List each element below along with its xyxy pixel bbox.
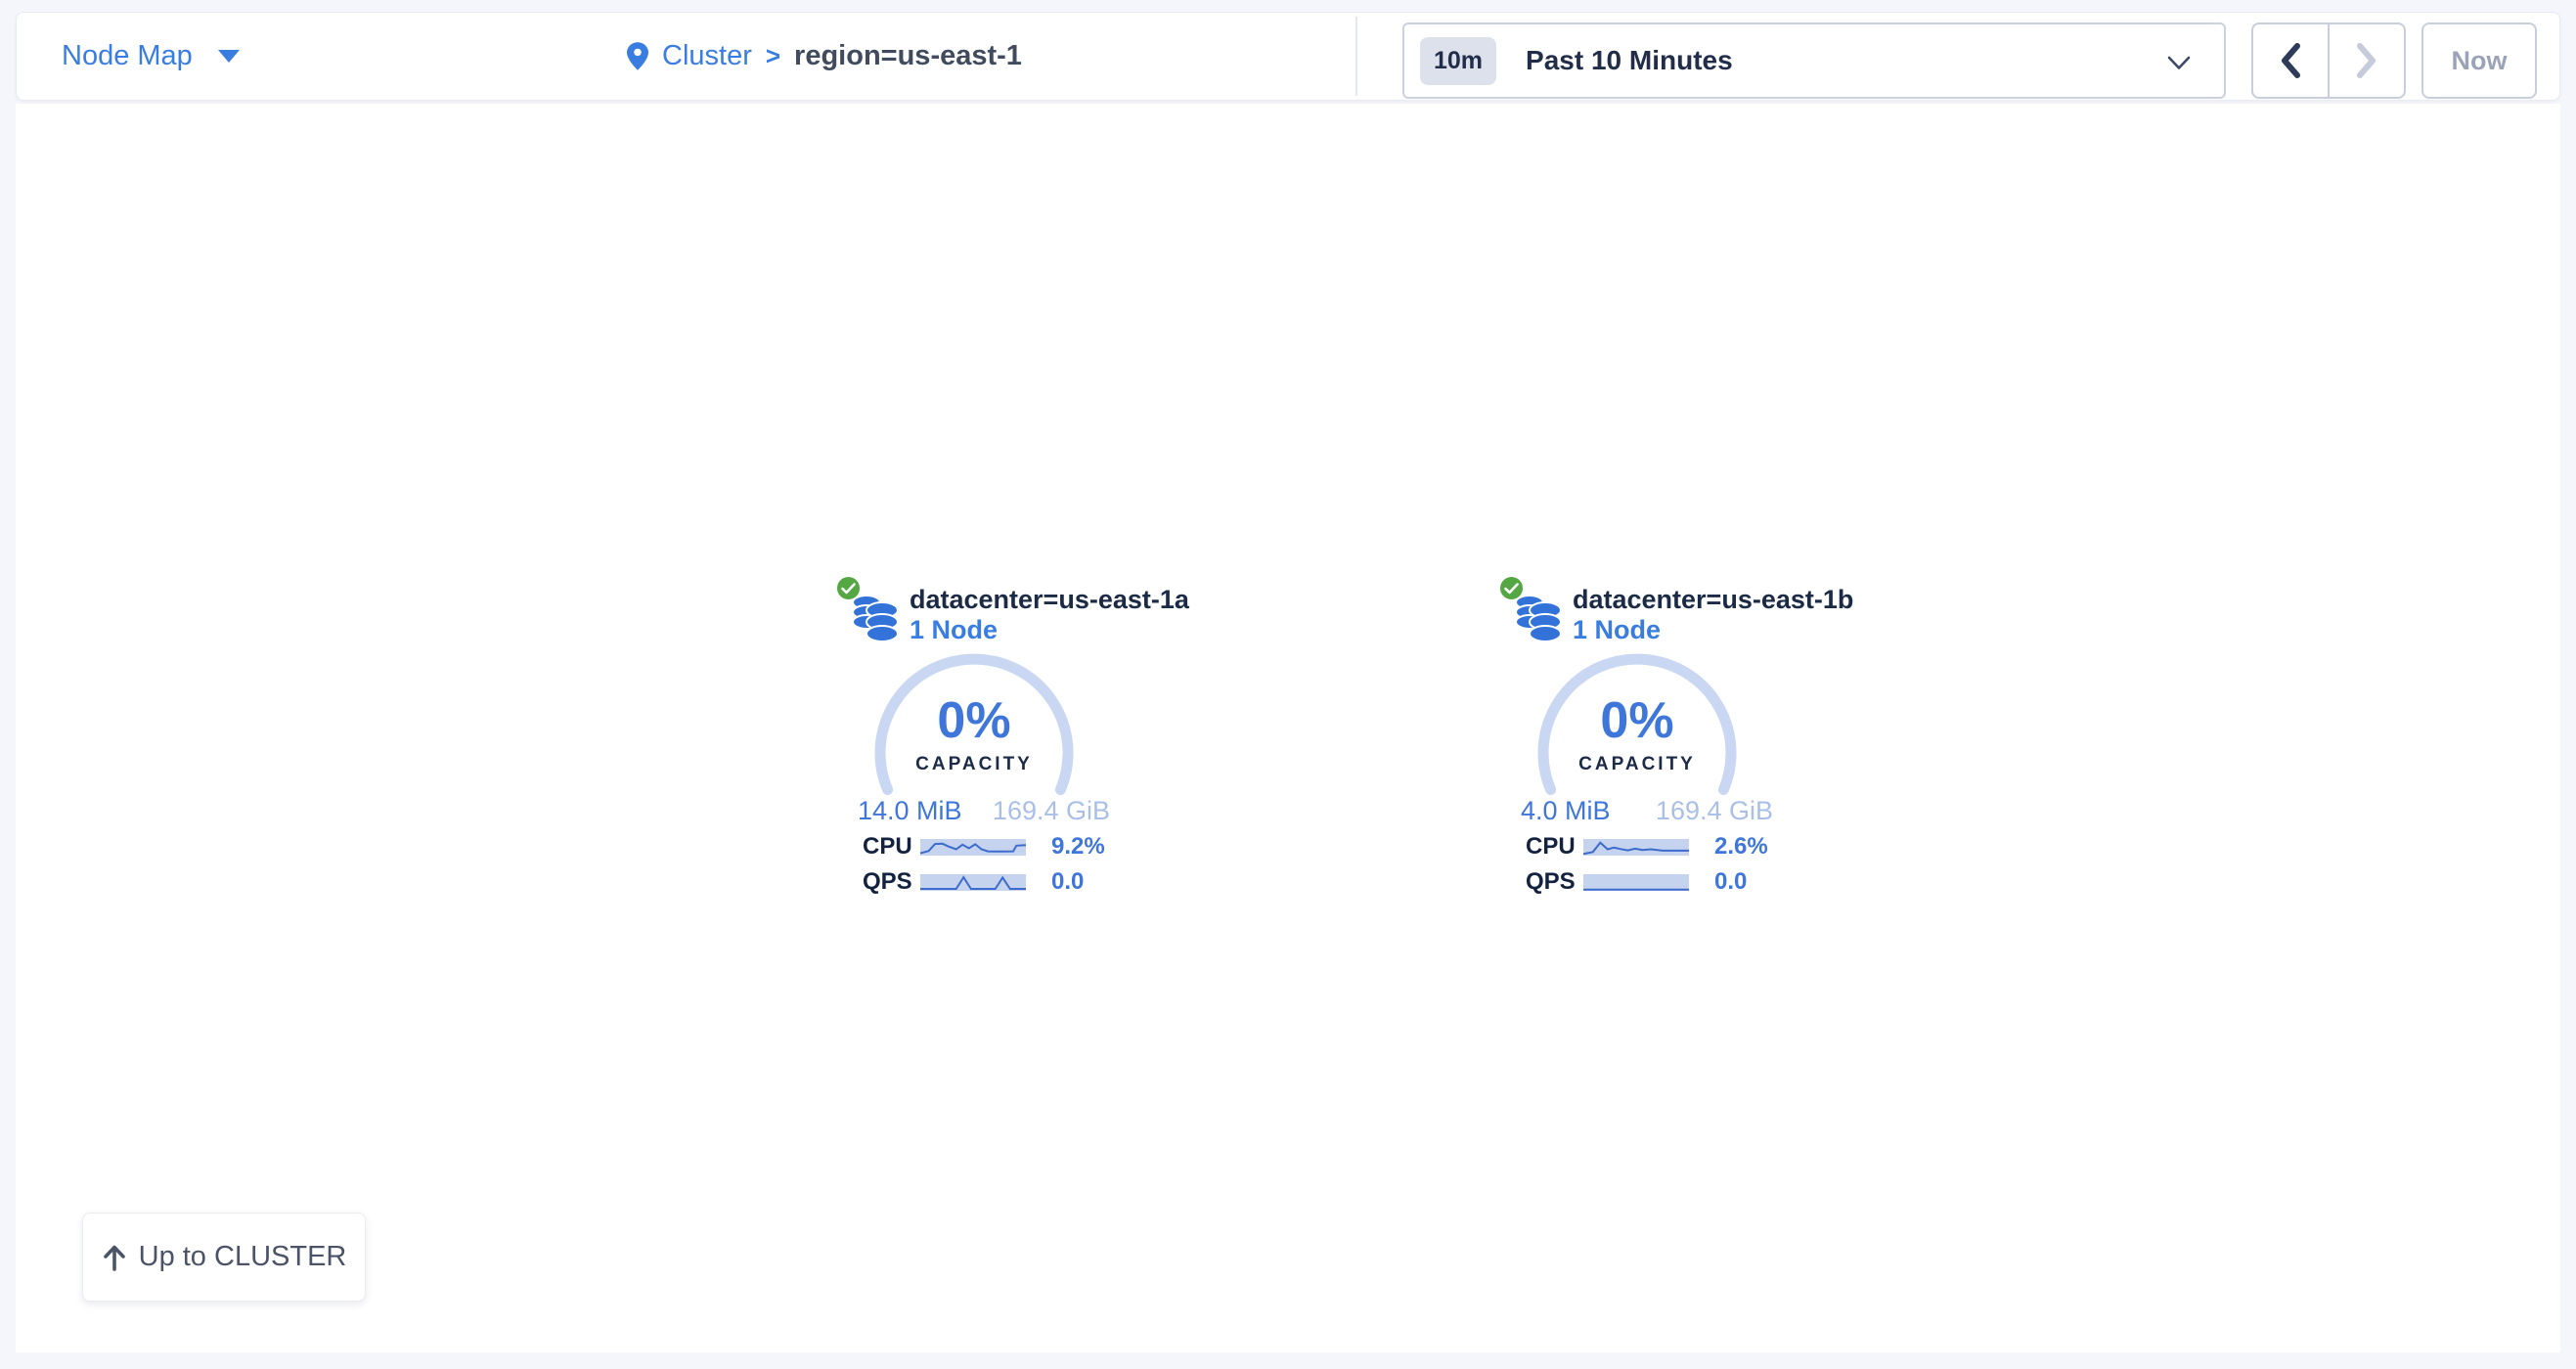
qps-value: 0.0 bbox=[1051, 868, 1084, 896]
datacenter-node-count: 1 Node bbox=[1573, 615, 1661, 645]
breadcrumb-cluster-link[interactable]: Cluster bbox=[662, 40, 752, 72]
toolbar-divider bbox=[1355, 17, 1357, 96]
cpu-value: 9.2% bbox=[1051, 833, 1105, 861]
datacenter-card-us-east-1a[interactable]: datacenter=us-east-1a 1 Node 0% CAPACITY… bbox=[833, 569, 1117, 921]
view-selector-label: Node Map bbox=[62, 40, 193, 72]
time-nav-group bbox=[2251, 22, 2406, 99]
qps-value: 0.0 bbox=[1714, 868, 1747, 896]
up-to-cluster-label: Up to CLUSTER bbox=[139, 1241, 347, 1273]
qps-label: QPS bbox=[1526, 868, 1580, 896]
datacenter-node-count: 1 Node bbox=[910, 615, 998, 645]
datacenter-title: datacenter=us-east-1a bbox=[910, 585, 1189, 615]
view-selector-dropdown[interactable]: Node Map bbox=[62, 13, 240, 100]
time-range-dropdown[interactable]: 10m Past 10 Minutes bbox=[1402, 22, 2226, 99]
node-map-canvas: datacenter=us-east-1a 1 Node 0% CAPACITY… bbox=[16, 104, 2560, 1352]
time-back-button[interactable] bbox=[2253, 24, 2328, 97]
arrow-up-icon bbox=[102, 1244, 127, 1271]
database-stack-icon bbox=[1514, 593, 1563, 643]
capacity-values: 4.0 MiB 169.4 GiB bbox=[1521, 796, 1773, 826]
cpu-metric-row: CPU 2.6% bbox=[1496, 831, 1780, 862]
qps-metric-row: QPS 0.0 bbox=[833, 866, 1117, 898]
capacity-used: 14.0 MiB bbox=[858, 796, 962, 826]
location-pin-icon bbox=[627, 42, 648, 70]
cpu-sparkline bbox=[920, 839, 1026, 856]
qps-sparkline bbox=[1583, 874, 1689, 891]
datacenter-card-us-east-1b[interactable]: datacenter=us-east-1b 1 Node 0% CAPACITY… bbox=[1496, 569, 1780, 921]
time-range-badge: 10m bbox=[1420, 37, 1496, 85]
capacity-values: 14.0 MiB 169.4 GiB bbox=[858, 796, 1110, 826]
chevron-right-icon bbox=[2355, 42, 2378, 79]
now-button[interactable]: Now bbox=[2421, 22, 2537, 99]
datacenter-title: datacenter=us-east-1b bbox=[1573, 585, 1853, 615]
capacity-percent: 0% bbox=[1524, 695, 1751, 746]
qps-metric-row: QPS 0.0 bbox=[1496, 866, 1780, 898]
breadcrumb: Cluster > region=us-east-1 bbox=[627, 13, 1022, 100]
cpu-metric-row: CPU 9.2% bbox=[833, 831, 1117, 862]
capacity-total: 169.4 GiB bbox=[1656, 796, 1773, 826]
caret-down-icon bbox=[218, 50, 240, 63]
node-map-screen: Node Map Cluster > region=us-east-1 10m … bbox=[0, 0, 2576, 1369]
chevron-left-icon bbox=[2279, 42, 2302, 79]
chevron-down-icon bbox=[2167, 56, 2191, 70]
top-toolbar: Node Map Cluster > region=us-east-1 10m … bbox=[16, 12, 2560, 101]
breadcrumb-separator: > bbox=[766, 41, 780, 71]
qps-label: QPS bbox=[863, 868, 917, 896]
cpu-label: CPU bbox=[863, 833, 917, 861]
qps-sparkline bbox=[920, 874, 1026, 891]
capacity-caption: CAPACITY bbox=[1524, 755, 1751, 774]
cpu-label: CPU bbox=[1526, 833, 1580, 861]
database-stack-icon bbox=[851, 593, 900, 643]
capacity-total: 169.4 GiB bbox=[993, 796, 1110, 826]
cpu-sparkline bbox=[1583, 839, 1689, 856]
capacity-caption: CAPACITY bbox=[861, 755, 1088, 774]
breadcrumb-current: region=us-east-1 bbox=[794, 40, 1022, 72]
capacity-used: 4.0 MiB bbox=[1521, 796, 1611, 826]
up-to-cluster-button[interactable]: Up to CLUSTER bbox=[82, 1213, 366, 1302]
time-range-label: Past 10 Minutes bbox=[1526, 45, 1733, 76]
time-forward-button[interactable] bbox=[2328, 24, 2404, 97]
cpu-value: 2.6% bbox=[1714, 833, 1768, 861]
now-button-label: Now bbox=[2452, 46, 2508, 76]
capacity-percent: 0% bbox=[861, 695, 1088, 746]
